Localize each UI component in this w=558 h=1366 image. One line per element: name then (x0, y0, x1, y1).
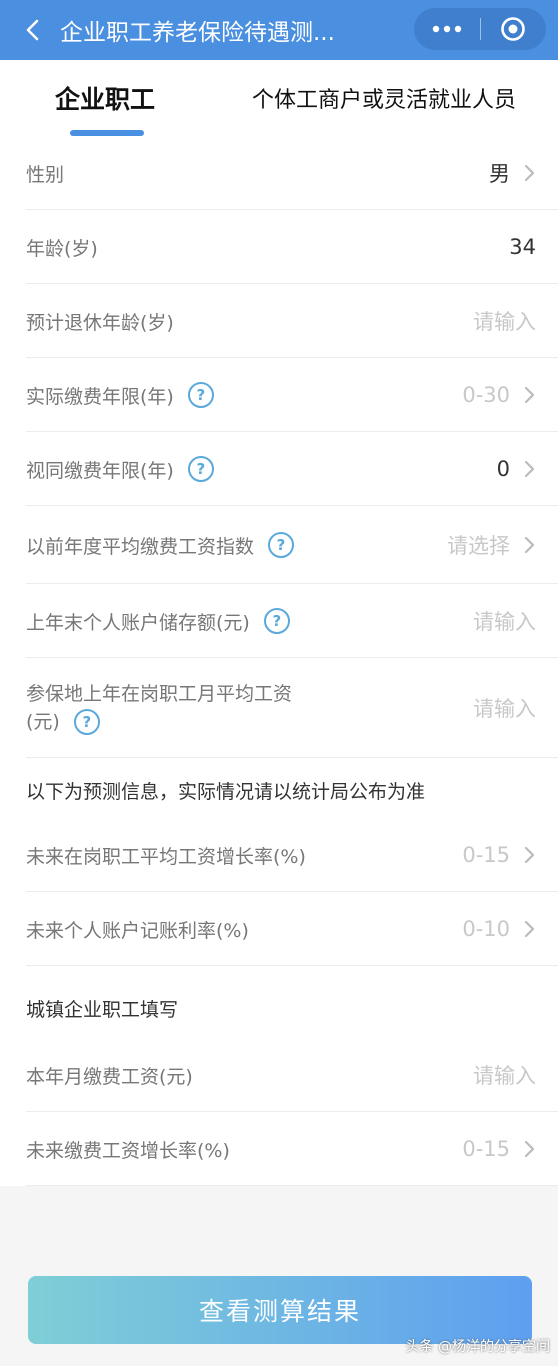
question-help-icon[interactable]: ? (73, 709, 100, 735)
field-label: 未来在岗职工平均工资增长率(%) (26, 845, 306, 868)
field-label-text: 实际缴费年限(年) (26, 385, 174, 408)
page-title: 企业职工养老保险待遇测... (60, 20, 335, 46)
more-dots-icon (432, 25, 461, 33)
field-label: 未来缴费工资增长率(%) (26, 1139, 230, 1162)
chevron-right-icon (524, 536, 535, 554)
field-value: 请选择 (447, 530, 536, 560)
navigation-bar: 企业职工养老保险待遇测... (0, 0, 558, 60)
question-help-icon[interactable]: ? (268, 532, 295, 558)
tab-bar: 企业职工 个体工商户或灵活就业人员 (0, 60, 558, 136)
deemed-contribution-years-row[interactable]: 视同缴费年限(年) ? 0 (0, 432, 558, 506)
field-label: 本年月缴费工资(元) (26, 1065, 193, 1088)
local-avg-wage-input[interactable]: 请输入 (473, 693, 536, 723)
deemed-years-value: 0 (496, 457, 510, 481)
input-placeholder: 0-15 (462, 843, 510, 867)
retirement-age-input[interactable]: 请输入 (473, 306, 536, 336)
chevron-right-icon (524, 164, 535, 182)
actual-contribution-years-row[interactable]: 实际缴费年限(年) ? 0-30 (0, 358, 558, 432)
local-avg-wage-row[interactable]: 参保地上年在岗职工月平均工资 (元) ? 请输入 (0, 658, 558, 758)
field-label: 预计退休年龄(岁) (26, 311, 174, 334)
row-divider (26, 965, 558, 966)
field-value: 0-30 (462, 383, 536, 407)
field-value: 男 (489, 158, 536, 188)
input-placeholder: 0-10 (462, 917, 510, 941)
tab-label: 企业职工 (54, 85, 155, 114)
view-result-button[interactable]: 查看测算结果 (28, 1276, 532, 1344)
back-button[interactable] (22, 19, 42, 41)
field-value: 0-15 (462, 1137, 536, 1161)
field-label-text: 以前年度平均缴费工资指数 (26, 535, 255, 558)
field-label-text: 上年末个人账户储存额(元) (26, 611, 250, 634)
mini-program-capsule (414, 8, 546, 50)
input-placeholder: 0-30 (462, 383, 510, 407)
age-row[interactable]: 年龄(岁) 34 (0, 210, 558, 284)
age-input[interactable]: 34 (509, 235, 536, 259)
contribution-wage-growth-row[interactable]: 未来缴费工资增长率(%) 0-15 (0, 1112, 558, 1186)
field-label: 未来个人账户记账利率(%) (26, 919, 249, 942)
field-label: 视同缴费年限(年) ? (26, 456, 214, 483)
question-help-icon[interactable]: ? (187, 456, 214, 482)
chevron-right-icon (524, 460, 535, 478)
field-label-text: 参保地上年在岗职工月平均工资 (26, 683, 293, 705)
field-value: 0 (497, 457, 536, 481)
input-placeholder: 请输入 (473, 1064, 536, 1088)
input-placeholder: 请输入 (473, 697, 536, 721)
more-button[interactable] (414, 8, 480, 50)
select-placeholder: 请选择 (447, 534, 510, 558)
account-balance-row[interactable]: 上年末个人账户储存额(元) ? 请输入 (0, 584, 558, 658)
form-list: 性别 男 年龄(岁) 34 预计退休年龄(岁) 请输入 实际缴费年限(年) ? … (0, 136, 558, 1186)
retirement-age-row[interactable]: 预计退休年龄(岁) 请输入 (0, 284, 558, 358)
question-help-icon[interactable]: ? (187, 382, 214, 408)
field-label: 上年末个人账户储存额(元) ? (26, 608, 290, 635)
field-label-line2: (元) ? (26, 708, 100, 736)
tab-label: 个体工商户或灵活就业人员 (251, 88, 516, 113)
input-placeholder: 请输入 (473, 610, 536, 634)
age-value: 34 (509, 235, 536, 259)
field-label: 以前年度平均缴费工资指数 ? (26, 532, 295, 559)
tab-enterprise-employee[interactable]: 企业职工 (0, 60, 210, 136)
field-label-text: (元) (26, 711, 60, 733)
wage-growth-rate-row[interactable]: 未来在岗职工平均工资增长率(%) 0-15 (0, 818, 558, 892)
field-label: 实际缴费年限(年) ? (26, 382, 214, 409)
question-help-icon[interactable]: ? (263, 608, 290, 634)
row-divider (26, 1185, 558, 1186)
gender-row[interactable]: 性别 男 (0, 136, 558, 210)
prediction-section-title: 以下为预测信息，实际情况请以统计局公布为准 (0, 758, 558, 818)
chevron-right-icon (524, 846, 535, 864)
field-value: 0-10 (462, 917, 536, 941)
field-label: 性别 (26, 163, 65, 186)
account-interest-rate-row[interactable]: 未来个人账户记账利率(%) 0-10 (0, 892, 558, 966)
chevron-right-icon (524, 920, 535, 938)
input-placeholder: 请输入 (473, 310, 536, 334)
field-label-text: 视同缴费年限(年) (26, 459, 174, 482)
avg-wage-index-row[interactable]: 以前年度平均缴费工资指数 ? 请选择 (0, 506, 558, 584)
row-divider (26, 757, 558, 758)
chevron-right-icon (524, 1140, 535, 1158)
chevron-left-icon (26, 19, 39, 41)
watermark-text: 头条 @杨洋的分享空间 (405, 1339, 550, 1355)
gender-value: 男 (489, 162, 510, 186)
input-placeholder: 0-15 (462, 1137, 510, 1161)
field-value: 0-15 (462, 843, 536, 867)
urban-employee-section-title: 城镇企业职工填写 (0, 966, 558, 1038)
watermark: 头条 @杨洋的分享空间 (406, 1336, 550, 1356)
monthly-contribution-wage-row[interactable]: 本年月缴费工资(元) 请输入 (0, 1038, 558, 1112)
field-label: 参保地上年在岗职工月平均工资 (元) ? (26, 680, 292, 736)
target-circle-icon (501, 17, 526, 41)
monthly-wage-input[interactable]: 请输入 (473, 1060, 536, 1090)
tab-self-employed[interactable]: 个体工商户或灵活就业人员 (210, 60, 558, 136)
submit-area: 查看测算结果 (28, 1276, 532, 1344)
field-label: 年龄(岁) (26, 237, 98, 260)
account-balance-input[interactable]: 请输入 (473, 606, 536, 636)
close-button[interactable] (481, 8, 547, 50)
chevron-right-icon (524, 386, 535, 404)
